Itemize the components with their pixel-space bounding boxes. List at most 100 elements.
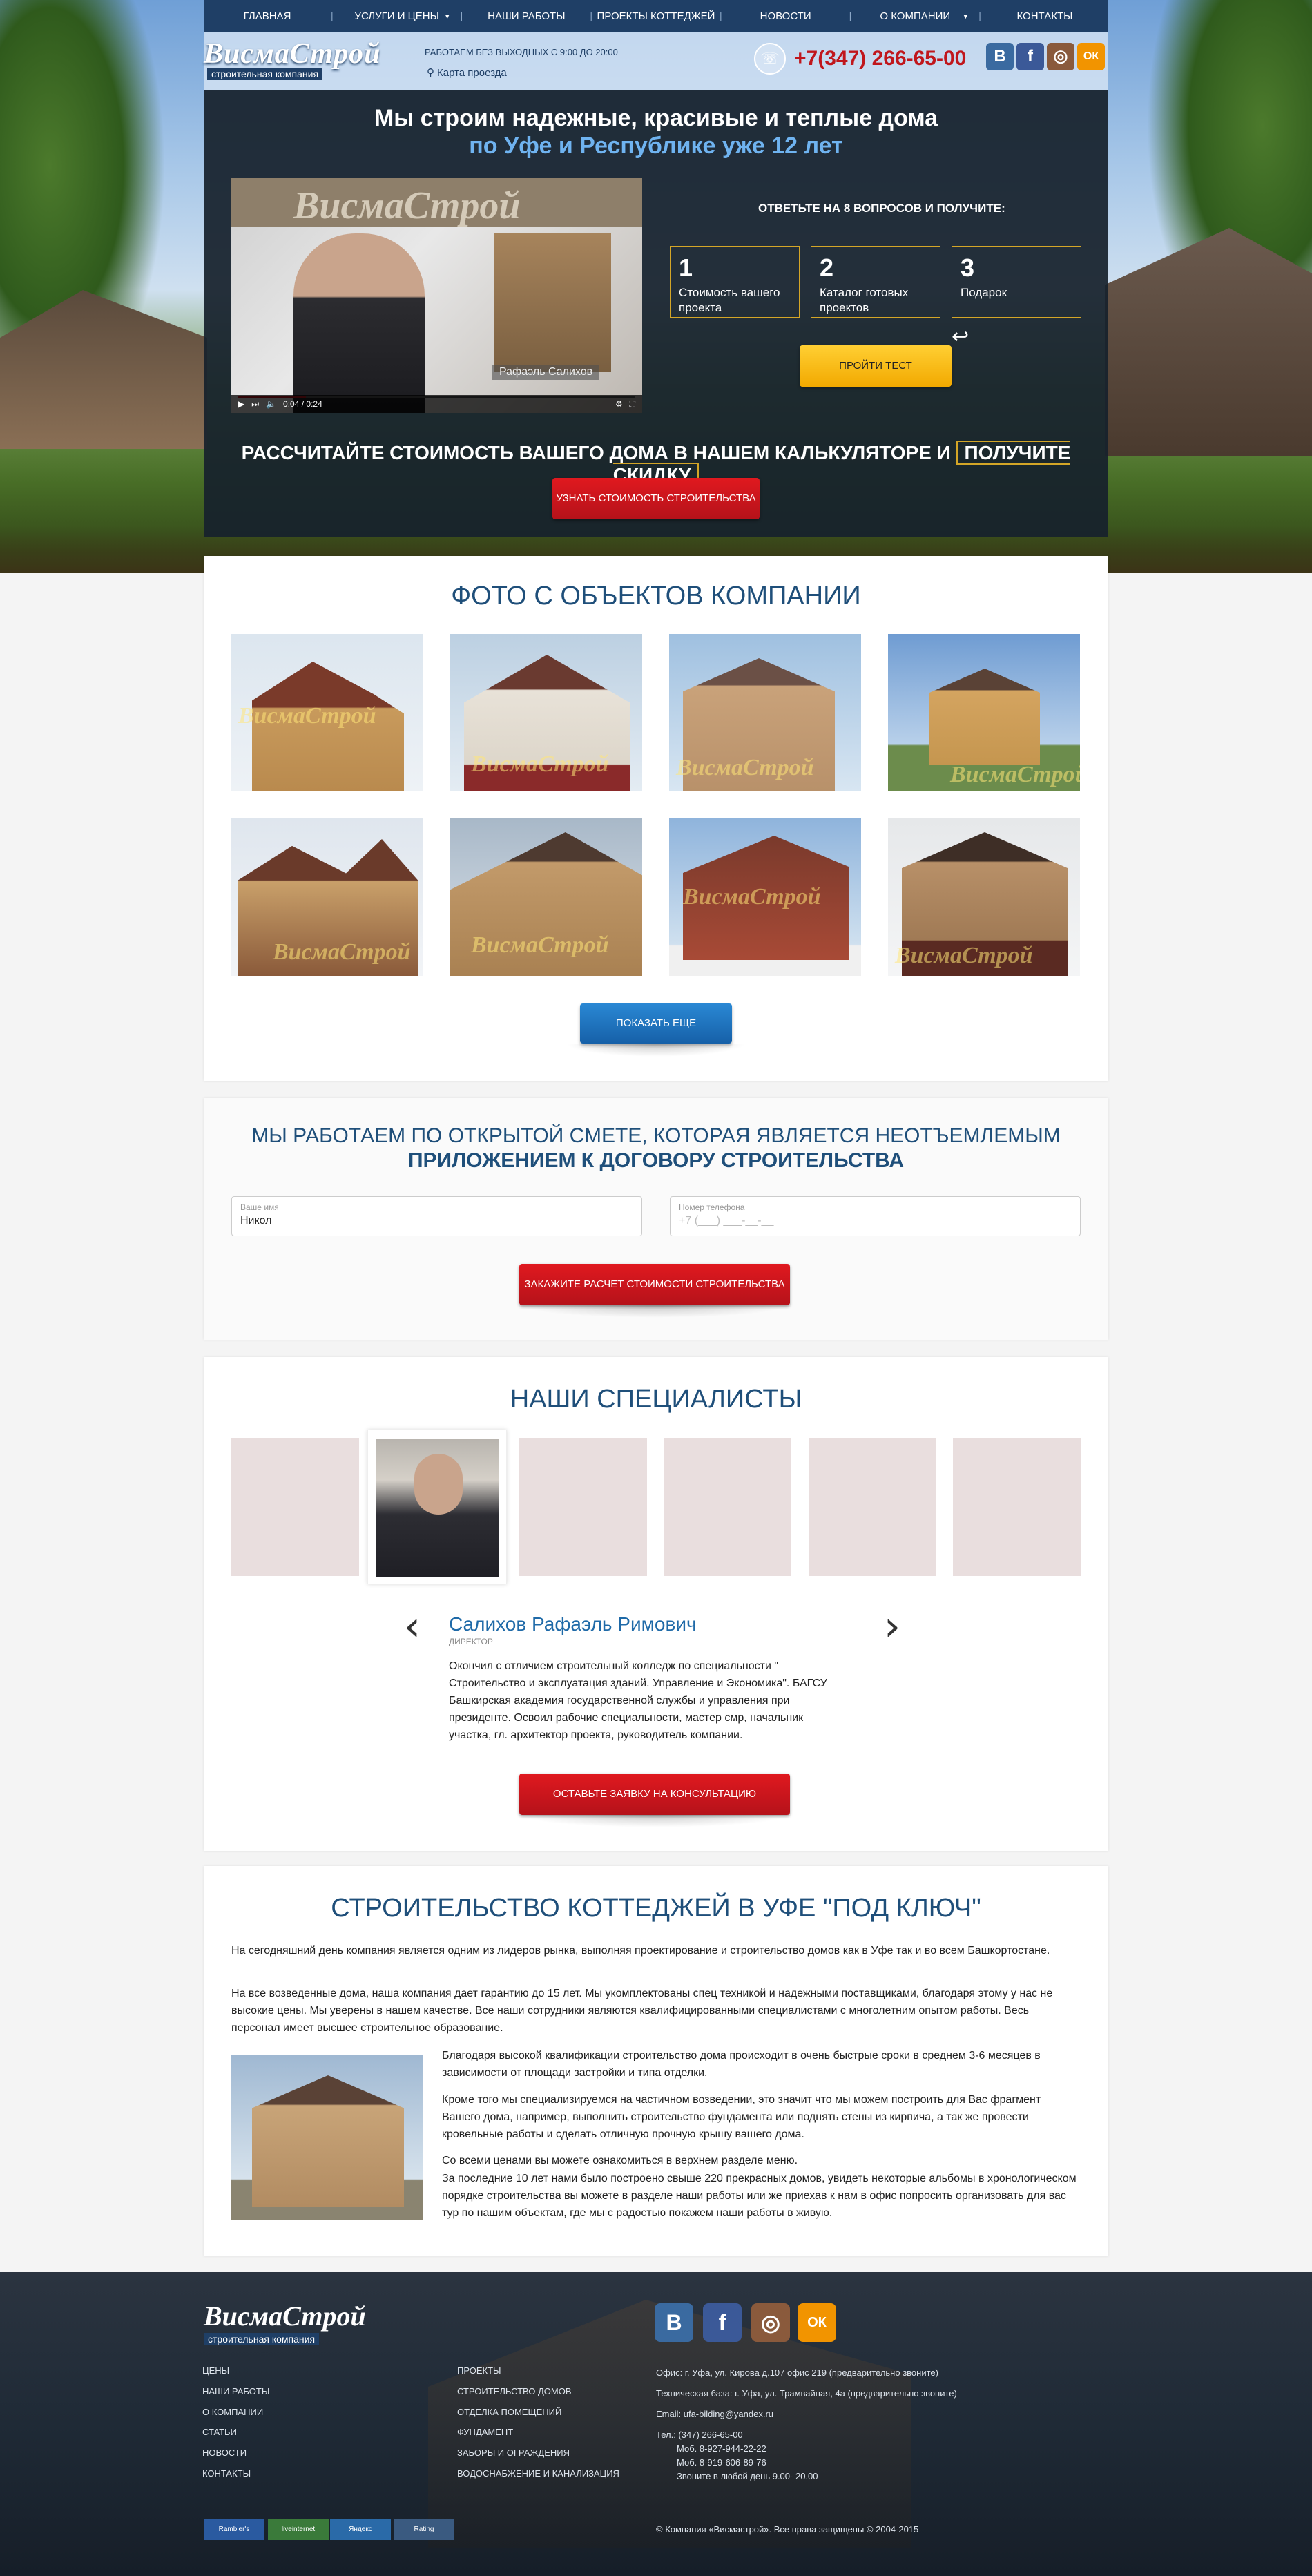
vk-icon[interactable]: В (655, 2303, 693, 2342)
footer-link[interactable]: СТРОИТЕЛЬСТВО ДОМОВ (457, 2386, 572, 2396)
instagram-icon[interactable]: ◎ (751, 2303, 790, 2342)
project-photo[interactable]: ВисмаСтрой (450, 634, 642, 791)
estimate-subtitle: ПРИЛОЖЕНИЕМ К ДОГОВОРУ СТРОИТЕЛЬСТВА (407, 1149, 904, 1172)
name-input[interactable] (240, 1215, 633, 1227)
specialist-name: Салихов Рафаэль Римович (449, 1613, 697, 1635)
volume-icon[interactable]: 🔈 (266, 399, 276, 409)
project-photo[interactable]: ВисмаСтрой (888, 818, 1080, 976)
chevron-down-icon: ▼ (443, 12, 451, 21)
specialist-face (414, 1454, 463, 1515)
about-photo (231, 2055, 423, 2220)
facebook-icon[interactable]: f (1016, 43, 1044, 70)
footer-logo[interactable]: ВисмаСтрой (204, 2300, 366, 2332)
next-icon[interactable]: ⏭ (251, 399, 259, 409)
footer-phone[interactable]: Тел.: (347) 266-65-00 (656, 2430, 743, 2440)
specialist-thumb-active[interactable] (367, 1430, 507, 1584)
photo-watermark: ВисмаСтрой (471, 932, 609, 958)
odnoklassniki-icon[interactable]: ОК (798, 2303, 836, 2342)
nav-item-label: ПРОЕКТЫ КОТТЕДЖЕЙ (597, 10, 715, 22)
footer-mobile[interactable]: Моб. 8-919-606-89-76 (677, 2457, 766, 2468)
odnoklassniki-icon[interactable]: ОК (1077, 43, 1105, 70)
counter-badge[interactable]: Rating (394, 2519, 454, 2540)
map-link[interactable]: ⚲ Карта проезда (427, 66, 507, 79)
name-field-label: Ваше имя (240, 1202, 279, 1212)
footer-link[interactable]: НОВОСТИ (202, 2448, 247, 2458)
footer-link[interactable]: ВОДОСНАБЖЕНИЕ И КАНАЛИЗАЦИЯ (457, 2468, 619, 2479)
chevron-right-icon[interactable]: › (884, 1602, 900, 1651)
hero-title: Мы строим надежные, красивые и теплые до… (374, 105, 938, 131)
header-phone[interactable]: +7(347) 266-65-00 (794, 47, 966, 70)
play-icon[interactable]: ▶ (238, 399, 244, 409)
project-photo[interactable]: ВисмаСтрой (231, 818, 423, 976)
settings-icon[interactable]: ⚙ (615, 399, 623, 409)
footer-link[interactable]: ОТДЕЛКА ПОМЕЩЕНИЙ (457, 2407, 561, 2417)
logo[interactable]: ВисмаСтрой (204, 37, 380, 70)
specialist-thumb[interactable] (664, 1438, 791, 1576)
footer-link[interactable]: ЦЕНЫ (202, 2365, 229, 2376)
take-quiz-button[interactable]: ПРОЙТИ ТЕСТ (800, 345, 952, 387)
phone-field[interactable]: Номер телефона (670, 1196, 1081, 1236)
phone-input[interactable] (679, 1215, 1072, 1227)
nav-item-news[interactable]: НОВОСТИ (722, 10, 849, 22)
button-shadow (566, 1044, 746, 1057)
footer-link[interactable]: СТАТЬИ (202, 2427, 237, 2437)
project-photo[interactable]: ВисмаСтрой (231, 634, 423, 791)
nav-item-label: О КОМПАНИИ (880, 10, 951, 22)
get-price-button[interactable]: УЗНАТЬ СТОИМОСТЬ СТРОИТЕЛЬСТВА (552, 478, 760, 519)
footer-link[interactable]: О КОМПАНИИ (202, 2407, 263, 2417)
project-photo[interactable]: ВисмаСтрой (669, 634, 861, 791)
main-nav: ГЛАВНАЯ | УСЛУГИ И ЦЕНЫ ▼ | НАШИ РАБОТЫ |… (204, 0, 1108, 32)
specialist-thumb[interactable] (953, 1438, 1081, 1576)
show-more-button[interactable]: ПОКАЗАТЬ ЕЩЕ (580, 1003, 732, 1044)
instagram-icon[interactable]: ◎ (1047, 43, 1074, 70)
specialist-photo (376, 1439, 499, 1577)
specialist-thumb[interactable] (519, 1438, 647, 1576)
specialist-thumb[interactable] (231, 1438, 359, 1576)
about-paragraph: Благодаря высокой квалификации строитель… (442, 2050, 1041, 2079)
footer-email[interactable]: Email: ufa-bilding@yandex.ru (656, 2409, 773, 2419)
footer-link[interactable]: ПРОЕКТЫ (457, 2365, 501, 2376)
order-estimate-button[interactable]: ЗАКАЖИТЕ РАСЧЕТ СТОИМОСТИ СТРОИТЕЛЬСТВА (519, 1264, 790, 1305)
about-paragraph: На сегодняшний день компания является од… (231, 1945, 1050, 1957)
nav-item-label: НАШИ РАБОТЫ (488, 10, 566, 22)
button-shadow (519, 1815, 790, 1827)
phone-field-label: Номер телефона (679, 1202, 745, 1212)
copyright: © Компания «Висмастрой». Все права защищ… (656, 2524, 919, 2535)
project-photo[interactable]: ВисмаСтрой (450, 818, 642, 976)
nav-item-contacts[interactable]: КОНТАКТЫ (981, 10, 1108, 22)
footer-link[interactable]: КОНТАКТЫ (202, 2468, 251, 2479)
facebook-icon[interactable]: f (703, 2303, 742, 2342)
video-player[interactable]: ВисмаСтрой Рафаэль Салихов ▶ ⏭ 🔈 0:04 / … (231, 178, 642, 413)
map-link-label: Карта проезда (437, 67, 507, 79)
about-paragraph: Кроме того мы специализируемся на частич… (442, 2094, 1041, 2140)
fullscreen-icon[interactable]: ⛶ (630, 399, 635, 410)
counter-badge[interactable]: liveinternet (268, 2519, 329, 2540)
counter-badge[interactable]: Яндекс (330, 2519, 391, 2540)
footer-link[interactable]: ФУНДАМЕНТ (457, 2427, 513, 2437)
footer-link[interactable]: ЗАБОРЫ И ОГРАЖДЕНИЯ (457, 2448, 570, 2458)
counter-badge[interactable]: Rambler's (204, 2519, 264, 2540)
chevron-left-icon[interactable]: ‹ (404, 1602, 421, 1651)
nav-item-about[interactable]: О КОМПАНИИ ▼ (851, 10, 978, 22)
video-controls: ▶ ⏭ 🔈 0:04 / 0:24 ⛶ ⚙ (231, 395, 642, 413)
nav-item-home[interactable]: ГЛАВНАЯ (204, 10, 331, 22)
nav-item-works[interactable]: НАШИ РАБОТЫ (463, 10, 590, 22)
footer-mobile[interactable]: Моб. 8-927-944-22-22 (677, 2443, 766, 2454)
name-field[interactable]: Ваше имя (231, 1196, 642, 1236)
footer-link[interactable]: НАШИ РАБОТЫ (202, 2386, 269, 2396)
nav-item-label: НОВОСТИ (760, 10, 811, 22)
project-photo[interactable]: ВисмаСтрой (888, 634, 1080, 791)
nav-item-services[interactable]: УСЛУГИ И ЦЕНЫ ▼ (334, 10, 461, 22)
curved-arrow-icon: ↩ (952, 325, 969, 348)
hero-subtitle: по Уфе и Республике уже 12 лет (469, 133, 843, 159)
photo-watermark: ВисмаСтрой (238, 703, 376, 729)
nav-item-projects[interactable]: ПРОЕКТЫ КОТТЕДЖЕЙ (592, 10, 720, 22)
specialist-thumb[interactable] (809, 1438, 936, 1576)
vk-icon[interactable]: В (986, 43, 1014, 70)
consultation-button[interactable]: ОСТАВЬТЕ ЗАЯВКУ НА КОНСУЛЬТАЦИЮ (519, 1774, 790, 1815)
about-paragraph: Со всеми ценами вы можете ознакомиться в… (442, 2155, 798, 2166)
project-photo[interactable]: ВисмаСтрой (669, 818, 861, 976)
nav-item-label: УСЛУГИ И ЦЕНЫ (354, 10, 439, 22)
video-logo: ВисмаСтрой (293, 184, 521, 227)
video-shelf (494, 233, 611, 372)
